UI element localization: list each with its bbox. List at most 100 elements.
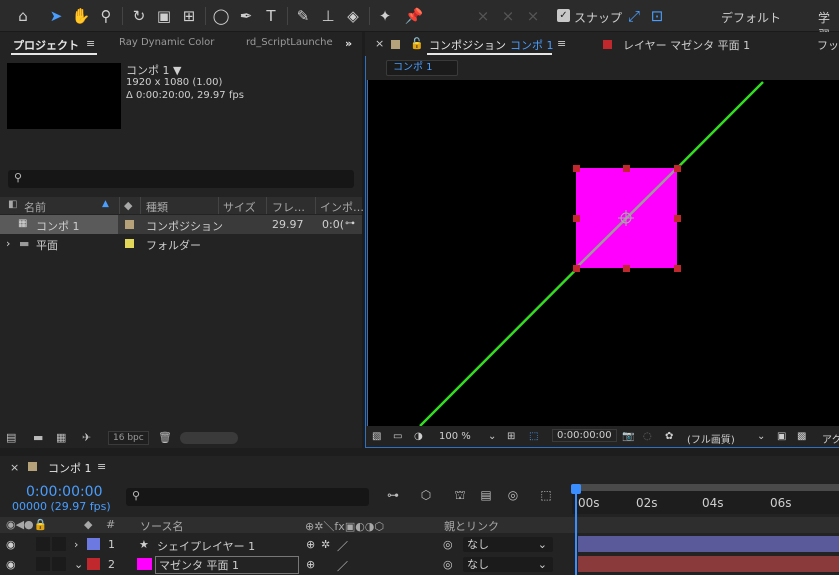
layer-duration-bar[interactable] [578, 556, 839, 572]
layer-row[interactable]: ◉ ⌄ 2 マゼンタ 平面 1 ⊕ ／ ◎ なし ⌄ [0, 555, 839, 574]
tag-icon[interactable]: ◆ [124, 199, 132, 212]
current-time-display[interactable]: 0:00:00:00 [26, 484, 103, 500]
selection-tool-icon[interactable]: ➤ [45, 5, 67, 27]
draft-3d-icon[interactable]: ⬡ [418, 488, 434, 504]
snapshot-icon[interactable]: ▧ [372, 431, 381, 442]
layer-row[interactable]: ◉ › 1 ★ シェイプレイヤー 1 ⊕ ✲ ／ ◎ なし ⌄ [0, 535, 839, 554]
chevron-right-icon[interactable]: › [6, 237, 10, 250]
chevron-down-icon[interactable]: ⌄ [488, 431, 496, 442]
ellipse-tool-icon[interactable]: ◯ [210, 5, 232, 27]
shy-switch-icon[interactable]: ⊕ [306, 558, 315, 571]
flowchart-icon[interactable]: ⊶ [345, 218, 355, 229]
axis-view-icon[interactable]: ⨯ [522, 5, 544, 27]
tab-footage[interactable]: フッ [817, 37, 839, 53]
playhead[interactable] [575, 486, 577, 575]
snap-checkbox[interactable]: ✓ [557, 9, 570, 22]
solo-toggle[interactable] [36, 537, 50, 551]
tab-script-launcher[interactable]: rd_ScriptLaunche [246, 37, 333, 48]
tab-menu-icon[interactable]: ≡ [86, 37, 95, 50]
rotate-tool-icon[interactable]: ↻ [128, 5, 150, 27]
graph-editor-icon[interactable]: ⬚ [538, 488, 554, 504]
zoom-tool-icon[interactable]: ⚲ [95, 5, 117, 27]
solo-toggle[interactable] [36, 557, 50, 571]
label-swatch[interactable] [125, 239, 134, 248]
col-size[interactable]: サイズ [223, 199, 256, 215]
panel-overflow-icon[interactable]: » [345, 37, 352, 50]
col-frame-rate[interactable]: フレ… [272, 199, 305, 215]
pan-behind-icon[interactable]: ⊞ [178, 5, 200, 27]
work-area-bar[interactable] [574, 484, 839, 491]
transparency-grid-icon[interactable]: ▩ [797, 431, 806, 442]
eraser-icon[interactable]: ◈ [342, 5, 364, 27]
text-tool-icon[interactable]: T [260, 5, 282, 27]
quality-switch-icon[interactable]: ／ [337, 558, 348, 574]
new-folder-icon[interactable]: ▬ [33, 431, 43, 444]
time-ruler[interactable]: 00s 02s 04s 06s [572, 484, 839, 514]
col-source-name[interactable]: ソース名 [140, 518, 183, 534]
col-parent-link[interactable]: 親とリンク [444, 518, 499, 534]
shy-layers-icon[interactable]: ⛫ [452, 488, 468, 504]
home-icon[interactable]: ⌂ [12, 5, 34, 27]
lock-toggle[interactable] [52, 557, 66, 571]
resolution-dropdown[interactable]: (フル画質) [687, 431, 735, 446]
col-name[interactable]: 名前 [24, 199, 46, 215]
parent-dropdown[interactable]: なし ⌄ [463, 557, 553, 572]
interpret-footage-icon[interactable]: ▤ [6, 431, 16, 444]
tab-menu-icon[interactable]: ≡ [557, 37, 566, 50]
pen-tool-icon[interactable]: ✒ [235, 5, 257, 27]
channel-rgb-icon[interactable]: ✿ [665, 431, 673, 442]
sort-ascending-icon[interactable]: ▲ [102, 199, 109, 209]
tab-menu-icon[interactable]: ≡ [97, 460, 106, 473]
tab-layer[interactable]: レイヤー マゼンタ 平面 1 [623, 37, 750, 53]
active-camera-label[interactable]: アク [822, 431, 839, 446]
motion-blur-icon[interactable]: ◎ [505, 488, 521, 504]
collapse-switch-icon[interactable]: ✲ [321, 538, 330, 551]
clone-stamp-icon[interactable]: ⊥ [317, 5, 339, 27]
axis-local-icon[interactable]: ⨯ [472, 5, 494, 27]
layer-label-swatch[interactable] [87, 558, 100, 570]
layer-name[interactable]: マゼンタ 平面 1 [155, 556, 299, 574]
tab-timeline-comp[interactable]: コンポ 1 [48, 460, 92, 476]
new-comp-icon[interactable]: ▦ [56, 431, 66, 444]
tag-icon[interactable]: ◆ [84, 518, 92, 531]
workspace-default[interactable]: デフォルト [721, 9, 781, 26]
visibility-eye-icon[interactable]: ◉ [6, 558, 16, 571]
close-icon[interactable]: × [10, 461, 19, 474]
puppet-pin-icon[interactable]: 📌 [403, 5, 425, 27]
tab-project[interactable]: プロジェクト [13, 37, 79, 53]
project-search-input[interactable]: ⚲ [8, 170, 354, 188]
trash-icon[interactable]: 🗑 [158, 431, 172, 444]
zoom-dropdown[interactable]: 100 % [439, 431, 471, 442]
chevron-down-icon[interactable]: ⌄ [757, 431, 765, 442]
camera-tool-icon[interactable]: ▣ [153, 5, 175, 27]
brush-tool-icon[interactable]: ✎ [292, 5, 314, 27]
comp-name[interactable]: コンポ 1 ▼ [126, 62, 181, 78]
comp-viewer[interactable] [367, 80, 839, 427]
camera-snapshot-icon[interactable]: 📷 [622, 431, 634, 442]
monitor-icon[interactable]: ▭ [393, 431, 402, 442]
lock-toggle[interactable] [52, 537, 66, 551]
quality-switch-icon[interactable]: ／ [337, 538, 348, 554]
mask-visibility-icon[interactable]: ◑ [414, 431, 423, 442]
comp-mini-flowchart-icon[interactable]: ⊶ [385, 488, 401, 504]
lock-icon[interactable]: 🔓 [410, 37, 424, 50]
project-settings-icon[interactable]: ✈ [82, 431, 91, 444]
comp-navigator-tab[interactable]: コンポ 1 [386, 60, 458, 76]
layer-name[interactable]: シェイプレイヤー 1 [157, 538, 255, 554]
close-icon[interactable]: × [375, 37, 384, 50]
chevron-right-icon[interactable]: › [74, 538, 78, 551]
frame-blending-icon[interactable]: ▤ [478, 488, 494, 504]
layer-duration-bar[interactable] [578, 536, 839, 552]
pickwhip-icon[interactable]: ◎ [443, 538, 453, 551]
fast-previews-icon[interactable]: ▣ [777, 431, 786, 442]
col-in-point[interactable]: インポ… [320, 199, 364, 215]
viewer-timecode[interactable]: 0:00:00:00 [552, 429, 617, 442]
parent-dropdown[interactable]: なし ⌄ [463, 537, 553, 552]
show-snapshot-icon[interactable]: ◌ [643, 431, 652, 442]
timeline-search-input[interactable]: ⚲ [126, 488, 369, 506]
label-swatch[interactable] [125, 220, 134, 229]
axis-world-icon[interactable]: ⨯ [497, 5, 519, 27]
tab-comp-name[interactable]: コンポ 1 [510, 37, 554, 53]
roto-brush-icon[interactable]: ✦ [374, 5, 396, 27]
thumbnail-slider[interactable] [180, 432, 238, 444]
